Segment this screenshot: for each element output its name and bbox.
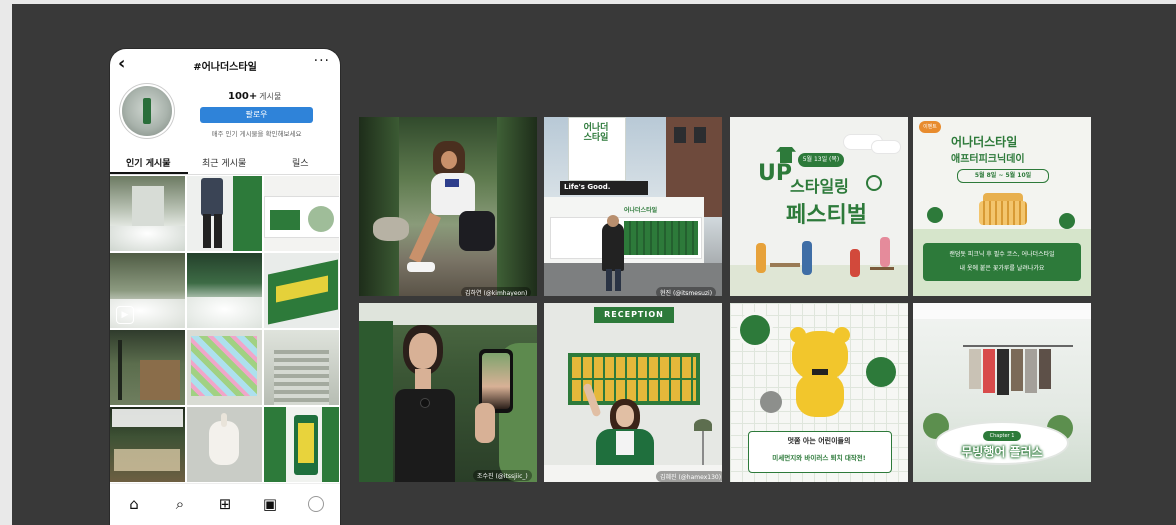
store-sign-vertical: 어나더 스타일 bbox=[583, 123, 609, 143]
tab-bar: 인기 게시물 최근 게시물 릴스 bbox=[110, 150, 340, 175]
post-card[interactable]: 조수진 (@itssjiic_) bbox=[359, 303, 537, 482]
reels-icon[interactable]: ▣ bbox=[260, 494, 280, 514]
tab-top-posts[interactable]: 인기 게시물 bbox=[126, 156, 171, 169]
hashtag-title: #어나더스타일 bbox=[193, 62, 257, 73]
profile-icon[interactable] bbox=[306, 494, 326, 514]
thumbnail[interactable] bbox=[187, 330, 262, 405]
photo-credit: 조수진 (@itssjiic_) bbox=[473, 470, 532, 481]
reception-sign: RECEPTION bbox=[594, 307, 674, 323]
add-post-icon[interactable]: ⊞ bbox=[215, 494, 235, 514]
chapter-badge: Chapter 1 bbox=[983, 431, 1021, 441]
posts-count-label: 게시물 bbox=[259, 92, 282, 101]
chapter-title: 무빙행어 플러스 bbox=[961, 445, 1043, 459]
festival-line2: 페스티벌 bbox=[786, 203, 867, 228]
campaign-caption-1: 멋쫌 아는 어린이들의 bbox=[787, 437, 851, 445]
hashtag-avatar bbox=[122, 86, 172, 136]
up-text: UP bbox=[758, 161, 792, 186]
thumbnail[interactable] bbox=[264, 330, 339, 405]
thumbnail[interactable] bbox=[264, 176, 339, 251]
post-card[interactable]: 5월 13일 (목) UP 스타일링 페스티벌 bbox=[730, 117, 908, 296]
thumbnail[interactable] bbox=[110, 176, 185, 251]
posts-count: 100+ 게시물 bbox=[228, 91, 281, 102]
weekly-note: 매주 인기 게시물을 확인해보세요 bbox=[211, 130, 302, 138]
thumbnail[interactable] bbox=[110, 407, 185, 482]
home-icon[interactable]: ⌂ bbox=[124, 494, 144, 514]
active-tab-indicator bbox=[110, 172, 188, 174]
post-thumbnail-grid: ▶ bbox=[110, 176, 340, 483]
photo-credit: 김혜진 (@hamex130) bbox=[656, 471, 722, 482]
thumbnail[interactable] bbox=[264, 253, 339, 328]
store-sign-horizontal: 어나더스타일 bbox=[624, 207, 658, 214]
post-card[interactable]: Chapter 1 무빙행어 플러스 bbox=[913, 303, 1091, 482]
posts-count-value: 100+ bbox=[228, 91, 258, 102]
event-subtitle: 애프터피크닉데이 bbox=[951, 154, 1025, 165]
thumbnail[interactable] bbox=[187, 407, 262, 482]
phone-mockup: ‹ #어나더스타일 ··· 100+ 게시물 팔로우 매주 인기 게시물을 확인해… bbox=[110, 49, 340, 525]
event-caption-2: 내 옷에 붙은 꽃가루를 날려나가요 bbox=[959, 265, 1045, 272]
flower-icon bbox=[866, 175, 882, 191]
post-card[interactable]: 김하연 (@kimhayeon) bbox=[359, 117, 537, 296]
post-card[interactable]: RECEPTION 김혜진 (@hamex130) bbox=[544, 303, 722, 482]
post-card[interactable]: 멋쫌 아는 어린이들의 미세먼지와 바이러스 퇴치 대작전! bbox=[730, 303, 908, 482]
app-header: ‹ #어나더스타일 ··· bbox=[110, 49, 340, 79]
store-brand: Life's Good. bbox=[564, 183, 611, 191]
photo-credit: 현진 (@itsmesuzi) bbox=[656, 287, 717, 296]
photo-credit: 김하연 (@kimhayeon) bbox=[461, 287, 532, 296]
follow-button[interactable]: 팔로우 bbox=[200, 107, 313, 123]
tab-recent-posts[interactable]: 최근 게시물 bbox=[202, 156, 246, 169]
event-title: 어나더스타일 bbox=[951, 135, 1018, 149]
more-horizontal-icon[interactable]: ··· bbox=[314, 53, 330, 69]
event-dates: 5월 8일 ~ 5월 10일 bbox=[957, 169, 1049, 183]
thumbnail[interactable]: ▶ bbox=[110, 253, 185, 328]
post-card[interactable]: 이벤트 어나더스타일 애프터피크닉데이 5월 8일 ~ 5월 10일 랜덤돗 피… bbox=[913, 117, 1091, 296]
thumbnail[interactable] bbox=[187, 253, 262, 328]
tab-reels[interactable]: 릴스 bbox=[292, 156, 309, 169]
bottom-navigation: ⌂ ⌕ ⊞ ▣ bbox=[110, 483, 340, 525]
thumbnail[interactable] bbox=[264, 407, 339, 482]
event-badge: 이벤트 bbox=[919, 121, 941, 133]
campaign-caption-2: 미세먼지와 바이러스 퇴치 대작전! bbox=[772, 454, 866, 462]
post-card[interactable]: 어나더 스타일 Life's Good. 어나더스타일 현진 (@itsmesu… bbox=[544, 117, 722, 296]
event-date-badge: 5월 13일 (목) bbox=[798, 153, 844, 167]
thumbnail[interactable] bbox=[110, 330, 185, 405]
festival-line1: 스타일링 bbox=[790, 177, 849, 196]
reels-icon: ▶ bbox=[116, 306, 134, 324]
search-icon[interactable]: ⌕ bbox=[170, 494, 190, 514]
event-caption-1: 랜덤돗 피크닉 후 필수 코스, 어나더스타일 bbox=[949, 251, 1055, 258]
thumbnail[interactable] bbox=[187, 176, 262, 251]
